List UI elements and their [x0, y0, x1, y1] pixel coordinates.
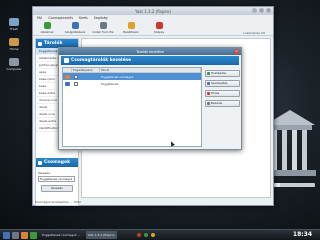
- minimize-button[interactable]: –: [252, 8, 257, 13]
- packages-header[interactable]: Csomagok: [36, 158, 78, 167]
- desktop-icon-computer[interactable]: Computer: [7, 58, 21, 71]
- wrench-icon: [127, 22, 135, 29]
- desktop-icon-label: Computer: [6, 67, 22, 71]
- dialog-buttons: Hozzáadás Szerkesztés Törlés Bezárás: [205, 70, 240, 107]
- enabled-checkbox[interactable]: [74, 81, 78, 86]
- install-from-file-button[interactable]: Install from file: [93, 22, 113, 34]
- dialog-header-label: Csomagtárolók kezelése: [71, 58, 132, 63]
- browser-icon[interactable]: [21, 231, 28, 239]
- settings-button[interactable]: Beállítások: [121, 22, 141, 34]
- close-button[interactable]: ×: [266, 8, 271, 13]
- dialog-close-button[interactable]: ×: [234, 49, 239, 54]
- file-icon: [99, 22, 107, 29]
- delete-icon: [207, 92, 210, 95]
- home-icon: [9, 38, 19, 46]
- repositories-dialog: Tárolók kezelése × Csomagtárolók kezelés…: [58, 47, 242, 150]
- computer-icon: [9, 58, 19, 66]
- tool-label: Alkalmaz: [40, 30, 54, 34]
- repository-name: Fuggetlenek csomagok: [101, 74, 134, 79]
- edit-icon: [207, 82, 210, 85]
- repository-icon: [64, 58, 69, 63]
- repository-icon: [65, 81, 70, 86]
- plus-icon: [207, 72, 210, 75]
- package-icon: [38, 160, 42, 165]
- tool-label: Kilépés: [153, 30, 165, 34]
- menu-help[interactable]: Segítség: [94, 16, 108, 20]
- check-icon: [43, 22, 51, 29]
- close-dialog-button[interactable]: Bezárás: [205, 100, 240, 107]
- update-icon[interactable]: [150, 233, 155, 237]
- window-title: Yast 1.3.2 (fispiro): [134, 8, 172, 14]
- button-label: Bezárás: [211, 101, 223, 105]
- delete-button[interactable]: Törlés: [205, 90, 240, 97]
- tool-label: Beállítások: [123, 30, 139, 34]
- task-label: Fuggetlenek csomagok ...: [42, 233, 81, 237]
- close-icon: [207, 102, 210, 105]
- column-header-repository[interactable]: Tároló: [100, 68, 201, 72]
- table-row[interactable]: Fuggetlenek: [63, 80, 201, 87]
- taskbar-task-active[interactable]: Yast 1.3.2 (fispiro): [85, 231, 117, 239]
- desktop-icon-label: Home: [9, 47, 19, 51]
- toolbar: Alkalmaz Szolgáltatások Install from fil…: [33, 21, 273, 36]
- sidebar-header-label: Tárolók: [44, 41, 63, 46]
- maximize-button[interactable]: □: [259, 8, 264, 13]
- task-label: Yast 1.3.2 (fispiro): [87, 233, 115, 237]
- window-titlebar[interactable]: Yast 1.3.2 (fispiro) – □ ×: [33, 7, 273, 15]
- tool-label: Szolgáltatások: [64, 30, 86, 34]
- apply-button[interactable]: Alkalmaz: [37, 22, 57, 34]
- start-menu-icon[interactable]: [3, 231, 10, 239]
- repository-name: Fuggetlenek: [101, 81, 119, 86]
- gear-icon: [71, 22, 79, 29]
- desktop-icon-label: Trash: [10, 27, 18, 31]
- dialog-titlebar[interactable]: Tárolók kezelése ×: [59, 48, 241, 55]
- repository-icon: [65, 74, 70, 79]
- terminal-icon[interactable]: [30, 231, 37, 239]
- column-header-enabled[interactable]: Engedélyezve: [72, 68, 100, 72]
- dialog-header: Csomagtárolók kezelése: [61, 56, 239, 65]
- edit-button[interactable]: Szerkesztés: [205, 80, 240, 87]
- file-manager-icon[interactable]: [12, 231, 19, 239]
- network-icon[interactable]: [143, 233, 148, 237]
- dialog-title: Tárolók kezelése: [136, 49, 164, 54]
- button-label: Törlés: [211, 91, 220, 95]
- tool-label: Install from file: [92, 30, 114, 34]
- trash-icon: [9, 18, 19, 26]
- quit-button[interactable]: Kilépés: [149, 22, 169, 34]
- enabled-checkbox[interactable]: ✓: [74, 74, 78, 79]
- status-bar: Csomagok kiválasztva ... 7052: [35, 200, 81, 204]
- exit-icon: [155, 22, 163, 29]
- menu-file[interactable]: Fájl: [37, 16, 42, 20]
- menu-package-management[interactable]: Csomagkezelés: [48, 16, 73, 20]
- repository-table: Engedélyezve Tároló ✓ Fuggetlenek csomag…: [62, 67, 202, 147]
- menu-search[interactable]: Kerés: [79, 16, 88, 20]
- services-button[interactable]: Szolgáltatások: [65, 22, 85, 34]
- search-button[interactable]: Keresés: [41, 185, 73, 192]
- clock[interactable]: 18:34: [293, 231, 312, 238]
- taskbar-task[interactable]: Fuggetlenek csomagok ...: [40, 231, 83, 239]
- repo-icon: [38, 41, 42, 46]
- search-scope-select[interactable]: Fuggetlenek csomagok: [38, 176, 75, 182]
- result-count: Lekérdezés 58: [243, 31, 265, 35]
- desktop-icon-trash[interactable]: Trash: [9, 18, 19, 31]
- button-label: Szerkesztés: [211, 81, 228, 85]
- desktop-icon-home[interactable]: Home: [9, 38, 19, 51]
- flag-icon[interactable]: [136, 233, 141, 237]
- packages-header-label: Csomagok: [44, 160, 71, 165]
- table-row[interactable]: ✓ Fuggetlenek csomagok: [63, 73, 201, 80]
- add-button[interactable]: Hozzáadás: [205, 70, 240, 77]
- search-label: Keresés:: [38, 171, 51, 175]
- button-label: Hozzáadás: [211, 71, 227, 75]
- column-header-icon[interactable]: [63, 68, 72, 72]
- taskbar: Fuggetlenek csomagok ... Yast 1.3.2 (fis…: [0, 229, 320, 240]
